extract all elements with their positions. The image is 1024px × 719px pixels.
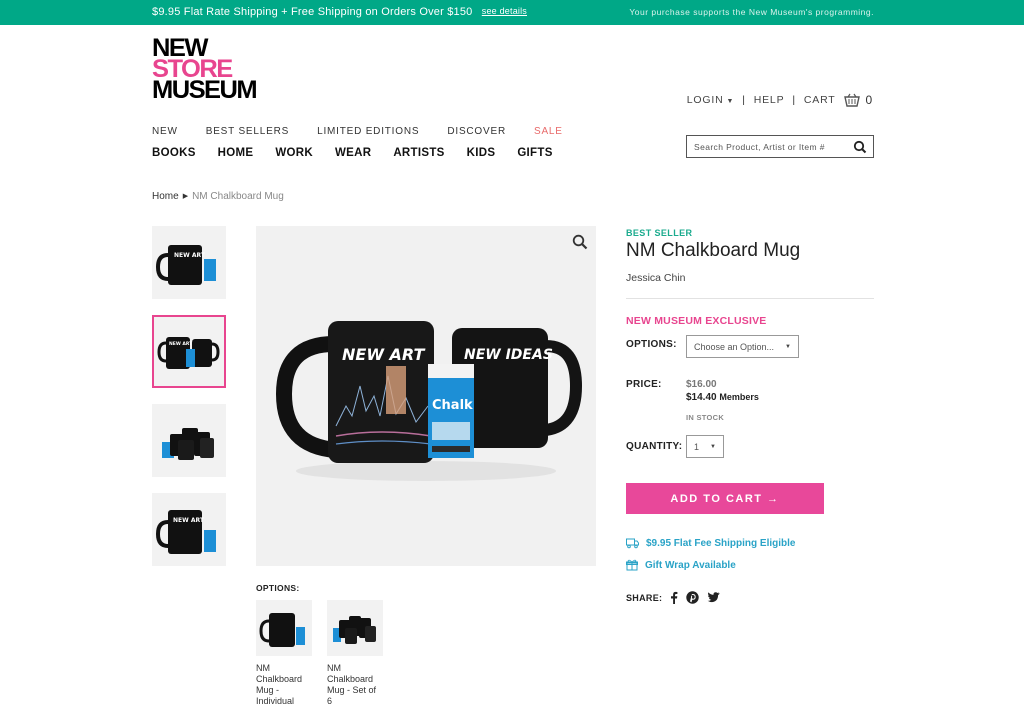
see-details-link[interactable]: see details: [482, 6, 527, 16]
search-box: [686, 135, 874, 158]
primary-nav: NEW BEST SELLERS LIMITED EDITIONS DISCOV…: [152, 126, 591, 137]
gallery-thumbnail-4[interactable]: NEW ART: [152, 493, 226, 566]
nav-work[interactable]: WORK: [275, 147, 313, 159]
basket-icon[interactable]: [843, 93, 860, 107]
mug-set-image: [333, 616, 376, 644]
help-link[interactable]: HELP: [754, 94, 785, 106]
share-bar: SHARE:: [626, 591, 720, 604]
mug-image: [259, 613, 305, 647]
category-nav: BOOKS HOME WORK WEAR ARTISTS KIDS GIFTS: [152, 147, 575, 159]
option-label-individual[interactable]: NM Chalkboard Mug - Individual: [256, 663, 312, 707]
nav-home[interactable]: HOME: [218, 147, 254, 159]
promo-banner: $9.95 Flat Rate Shipping + Free Shipping…: [0, 0, 1024, 25]
product-main-image[interactable]: NEW IDEAS NEW ART Chalk: [256, 226, 596, 566]
logo-line-museum: MUSEUM: [151, 76, 258, 104]
share-label: SHARE:: [626, 592, 663, 603]
exclusive-label: NEW MUSEUM EXCLUSIVE: [626, 315, 767, 327]
gallery-thumbnail-2[interactable]: NEW ART: [152, 315, 226, 388]
option-thumbnail-individual[interactable]: [256, 600, 312, 656]
gift-icon: [626, 559, 638, 571]
nav-new[interactable]: NEW: [152, 126, 178, 137]
facebook-icon[interactable]: [670, 591, 678, 604]
quantity-select[interactable]: 1 ▼: [686, 435, 724, 458]
support-message: Your purchase supports the New Museum's …: [629, 7, 874, 17]
breadcrumb-current: NM Chalkboard Mug: [192, 191, 284, 202]
twitter-icon[interactable]: [707, 592, 720, 603]
mug-label-new-art: NEW ART: [342, 345, 426, 364]
nav-best-sellers[interactable]: BEST SELLERS: [206, 126, 289, 137]
stock-status: IN STOCK: [686, 413, 725, 422]
svg-text:NEW ART: NEW ART: [173, 517, 205, 524]
breadcrumb-home[interactable]: Home: [152, 191, 179, 202]
divider: [626, 298, 874, 299]
mug-set-image: [162, 427, 214, 460]
options-heading: OPTIONS:: [256, 583, 300, 593]
cart-link[interactable]: CART: [804, 94, 836, 106]
caret-down-icon: ▼: [785, 343, 791, 350]
quantity-label: QUANTITY:: [626, 441, 683, 452]
artist-name[interactable]: Jessica Chin: [626, 272, 686, 284]
promo-message: $9.95 Flat Rate Shipping + Free Shipping…: [152, 6, 473, 18]
nav-artists[interactable]: ARTISTS: [393, 147, 444, 159]
pinterest-icon[interactable]: [686, 591, 700, 604]
product-title: NM Chalkboard Mug: [626, 240, 801, 261]
login-label: LOGIN: [686, 94, 724, 106]
cart-count: 0: [865, 93, 873, 107]
option-thumbnail-set-of-6[interactable]: [327, 600, 383, 656]
zoom-icon[interactable]: [572, 234, 588, 250]
option-select-value: Choose an Option...: [694, 341, 775, 352]
option-select[interactable]: Choose an Option... ▼: [686, 335, 799, 358]
nav-kids[interactable]: KIDS: [467, 147, 496, 159]
caret-down-icon: ▼: [710, 443, 716, 450]
nav-discover[interactable]: DISCOVER: [447, 126, 506, 137]
nav-limited-editions[interactable]: LIMITED EDITIONS: [317, 126, 419, 137]
nav-sale[interactable]: SALE: [534, 126, 563, 137]
divider: |: [792, 94, 796, 106]
member-price-value: $14.40: [686, 392, 717, 403]
account-links: LOGIN ▼ | HELP | CART 0: [687, 93, 873, 107]
gallery-thumbnail-1[interactable]: NEW ART: [152, 226, 226, 299]
regular-price: $16.00: [686, 379, 717, 390]
best-seller-badge: BEST SELLER: [626, 228, 693, 238]
divider: |: [742, 94, 746, 106]
store-logo[interactable]: NEW STORE MUSEUM: [151, 36, 258, 104]
caret-down-icon: ▼: [726, 98, 735, 105]
member-price: $14.40 Members: [686, 392, 759, 403]
member-price-label: Members: [719, 392, 759, 402]
gift-wrap-text: Gift Wrap Available: [645, 559, 736, 571]
mug-image: NEW ART: [155, 509, 216, 554]
options-label: OPTIONS:: [626, 339, 677, 350]
quantity-value: 1: [694, 441, 700, 452]
gift-wrap-link[interactable]: Gift Wrap Available: [626, 559, 736, 571]
truck-icon: [626, 538, 639, 549]
svg-text:NEW ART: NEW ART: [174, 252, 206, 259]
shipping-eligible-link[interactable]: $9.95 Flat Fee Shipping Eligible: [626, 537, 795, 549]
breadcrumb: Home ▶ NM Chalkboard Mug: [152, 191, 284, 202]
login-link[interactable]: LOGIN ▼: [687, 94, 734, 106]
gallery-thumbnail-3[interactable]: [152, 404, 226, 477]
nav-wear[interactable]: WEAR: [335, 147, 371, 159]
mug-pair-image: NEW ART: [157, 336, 220, 369]
svg-text:NEW ART: NEW ART: [169, 341, 193, 347]
option-label-set-of-6[interactable]: NM Chalkboard Mug - Set of 6: [327, 663, 383, 707]
chalk-box-label: Chalk: [432, 398, 473, 413]
nav-books[interactable]: BOOKS: [152, 147, 196, 159]
caret-right-icon: ▶: [182, 193, 189, 200]
add-to-cart-button[interactable]: ADD TO CART →: [626, 483, 824, 514]
chalkboard-mugs-photo: NEW IDEAS NEW ART Chalk: [275, 321, 583, 481]
price-label: PRICE:: [626, 379, 662, 390]
nav-gifts[interactable]: GIFTS: [517, 147, 552, 159]
mug-label-new-ideas: NEW IDEAS: [464, 347, 553, 363]
search-input[interactable]: [687, 141, 847, 152]
search-icon[interactable]: [853, 140, 867, 154]
shipping-eligible-text: $9.95 Flat Fee Shipping Eligible: [646, 537, 796, 549]
promo-text: $9.95 Flat Rate Shipping + Free Shipping…: [152, 6, 527, 18]
mug-image: NEW ART: [155, 244, 216, 285]
